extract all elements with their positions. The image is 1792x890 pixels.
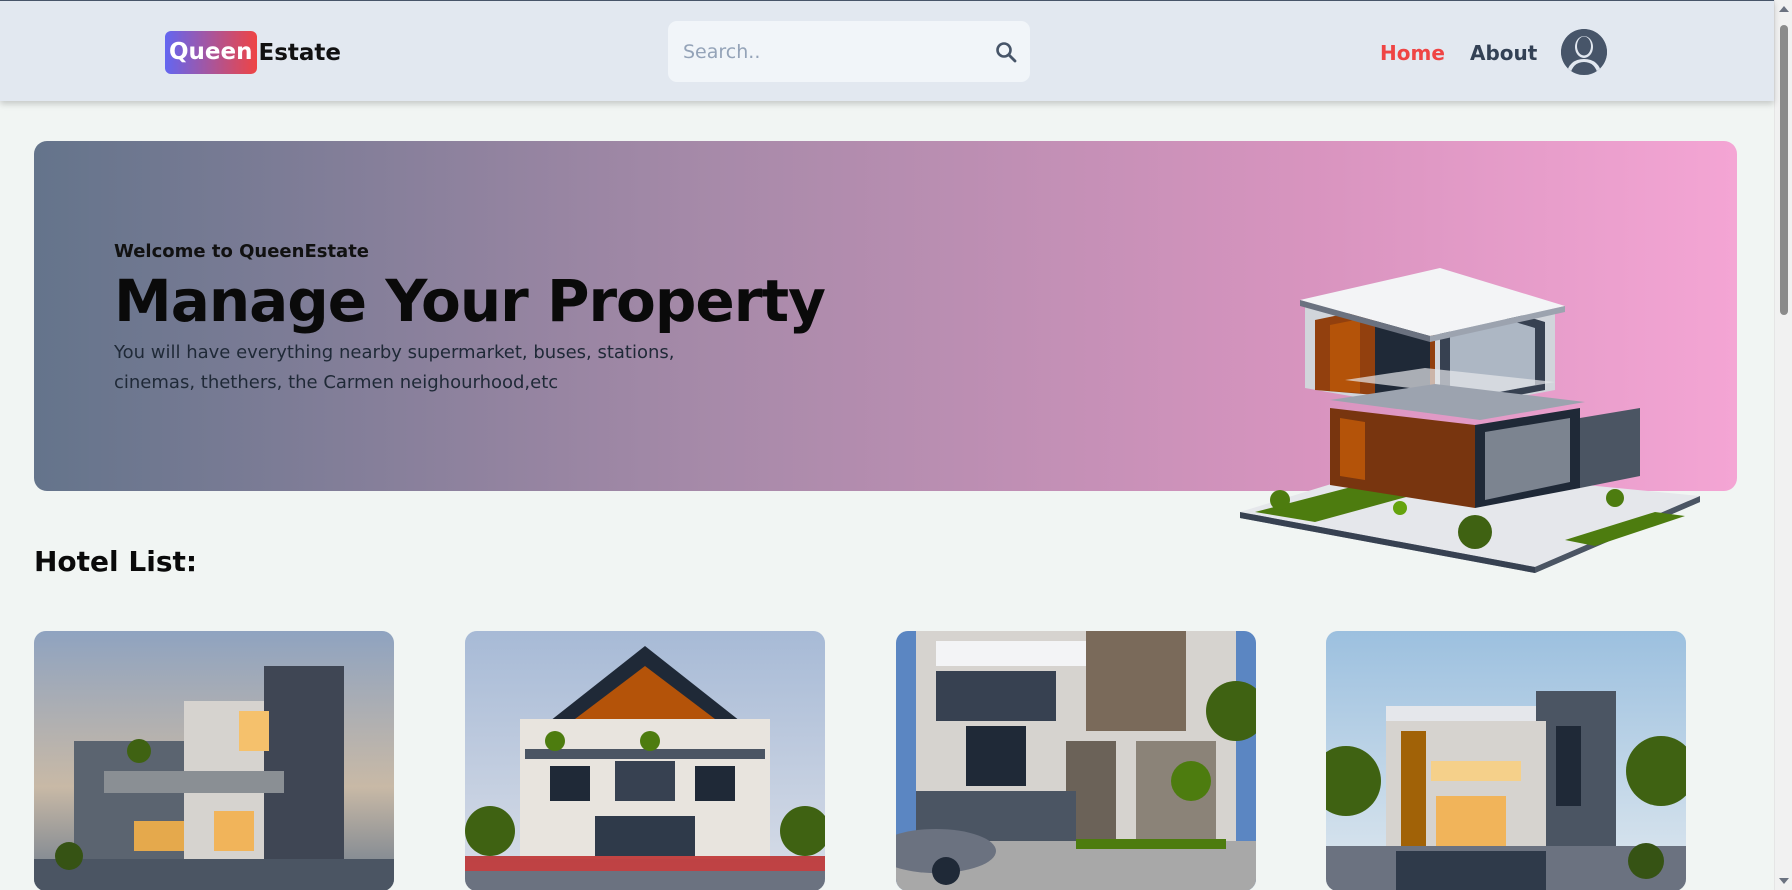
hero-title: Manage Your Property xyxy=(114,267,826,335)
search-bar xyxy=(668,21,1030,82)
nav-home-link[interactable]: Home xyxy=(1380,41,1445,65)
scrollbar-thumb[interactable] xyxy=(1780,25,1788,315)
modern-villa-photo-3-icon xyxy=(896,631,1256,890)
hero-description: You will have everything nearby supermar… xyxy=(114,342,675,393)
hotel-card[interactable] xyxy=(896,631,1256,890)
vertical-scrollbar[interactable] xyxy=(1774,0,1792,890)
user-avatar[interactable] xyxy=(1561,29,1607,75)
nav-about-link[interactable]: About xyxy=(1470,41,1537,65)
modern-villa-photo-2-icon xyxy=(465,631,825,890)
top-navbar: Queen Estate Home About xyxy=(0,0,1774,101)
hotel-card[interactable] xyxy=(1326,631,1686,890)
hero-welcome-text: Welcome to QueenEstate xyxy=(114,241,370,262)
modern-villa-photo-4-icon xyxy=(1326,631,1686,890)
hotel-card[interactable] xyxy=(34,631,394,890)
user-icon xyxy=(1561,29,1607,75)
scroll-down-arrow-icon[interactable] xyxy=(1779,878,1789,884)
logo-queen-text: Queen xyxy=(165,31,257,74)
search-icon[interactable] xyxy=(994,40,1018,64)
modern-house-illustration-icon xyxy=(1240,268,1700,573)
search-input[interactable] xyxy=(683,31,983,72)
logo-estate-text: Estate xyxy=(258,39,342,66)
scroll-up-arrow-icon[interactable] xyxy=(1779,6,1789,12)
hotel-card[interactable] xyxy=(465,631,825,890)
hotel-list-heading: Hotel List: xyxy=(34,545,198,578)
brand-logo[interactable]: Queen Estate xyxy=(165,31,341,74)
modern-villa-photo-1-icon xyxy=(34,631,394,890)
